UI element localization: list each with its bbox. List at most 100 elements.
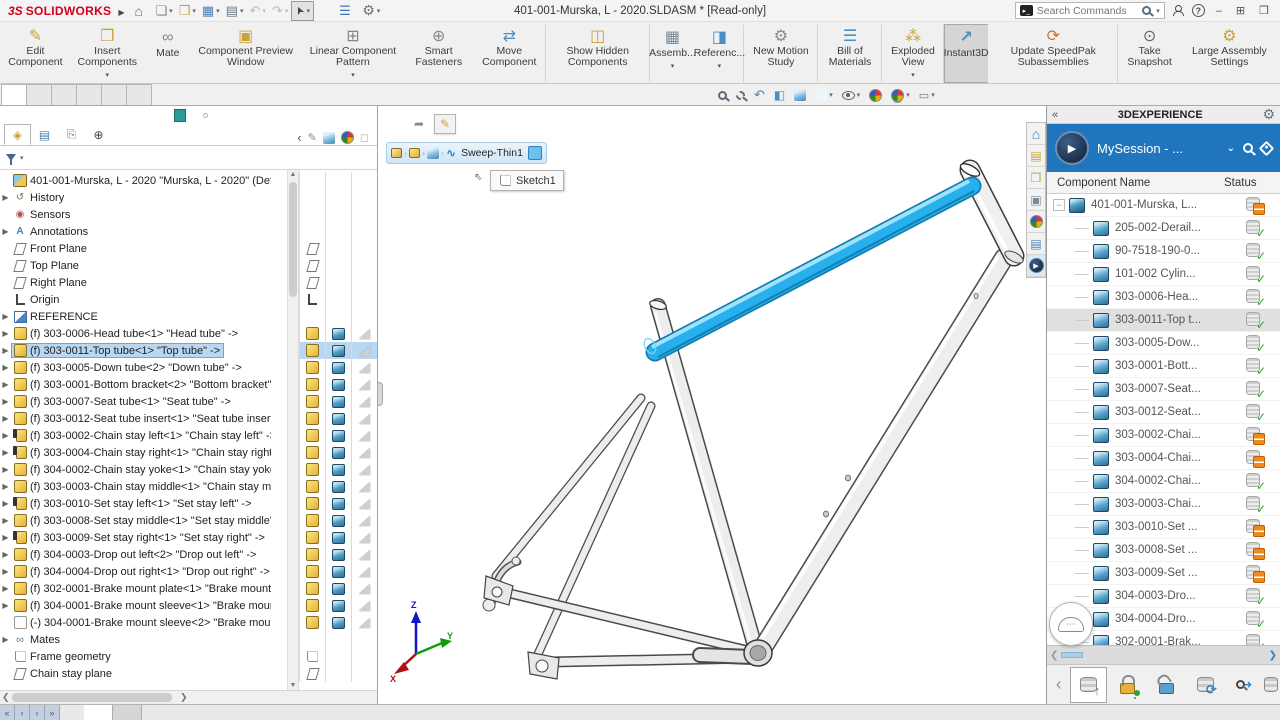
search-commands-input[interactable] <box>1037 5 1138 17</box>
component-row[interactable]: − 205-002-Derail... <box>1047 217 1280 240</box>
component-row[interactable]: − 303-0011-Top t... <box>1047 309 1280 332</box>
tree-filter-field[interactable]: ▾ <box>0 146 377 170</box>
apply-scene-icon[interactable]: ▾ <box>891 89 910 102</box>
save-to-platform-button[interactable]: ↑ <box>1070 667 1107 703</box>
tag-icon[interactable] <box>1259 140 1275 156</box>
menubar-button[interactable]: ▾ <box>291 1 314 21</box>
view-settings-icon[interactable]: ▭▾ <box>919 89 935 102</box>
display-style-icon[interactable]: ▾ <box>815 89 833 101</box>
component-row[interactable]: − 303-0008-Set ... <box>1047 539 1280 562</box>
column-status[interactable]: Status <box>1224 177 1280 189</box>
ribbon-button[interactable]: Assemb... ▾ <box>650 24 695 83</box>
bottom-tab[interactable] <box>84 705 113 720</box>
windows-button[interactable]: ❐ <box>1256 4 1272 17</box>
lock-with-key-button[interactable] <box>1109 667 1146 703</box>
collapse-pane-icon[interactable] <box>297 130 301 145</box>
component-row[interactable]: − 303-0003-Chai... <box>1047 493 1280 516</box>
hide-show-items-icon[interactable]: ▾ <box>842 91 861 100</box>
panel-splitter-handle[interactable] <box>378 382 383 406</box>
session-chevron-icon[interactable]: ⌄ <box>1227 143 1235 154</box>
explore-search-button[interactable]: ➜ <box>1226 667 1263 703</box>
panel-settings-icon[interactable] <box>1262 106 1275 123</box>
component-row[interactable]: − 303-0005-Dow... <box>1047 332 1280 355</box>
expand-arrow-icon[interactable]: ▶ <box>0 635 11 644</box>
edit-appearance-icon[interactable] <box>869 89 882 102</box>
expand-arrow-icon[interactable]: ▶ <box>0 346 11 355</box>
top-tube-highlighted[interactable] <box>642 181 974 357</box>
tree-item[interactable]: ▶ 401-001-Murska, L - 2020 "Murska, L - … <box>0 172 377 189</box>
tree-item[interactable]: ▶ (f) 303-0003-Chain stay middle<1> "Cha… <box>0 478 377 495</box>
tree-item[interactable]: ▶ Frame geometry <box>0 648 377 665</box>
design-library-icon[interactable] <box>1027 145 1045 167</box>
expand-arrow-icon[interactable]: ▶ <box>0 567 11 576</box>
tree-item[interactable]: ▶ (f) 303-0008-Set stay middle<1> "Set s… <box>0 512 377 529</box>
tree-item[interactable]: ▶ REFERENCE <box>0 308 377 325</box>
database-refresh-button[interactable]: ⟳ <box>1187 667 1224 703</box>
component-row[interactable]: − 303-0009-Set ... <box>1047 562 1280 585</box>
3dexperience-logo-icon[interactable]: ▶ <box>1055 131 1089 165</box>
command-tab[interactable] <box>126 84 152 105</box>
tree-horizontal-scrollbar[interactable]: ❮❯ <box>0 690 377 704</box>
component-row[interactable]: − 401-001-Murska, L... <box>1047 194 1280 217</box>
edit-feature-icon[interactable]: ✎ <box>434 114 456 134</box>
expand-arrow-icon[interactable]: ▶ <box>0 363 11 372</box>
tree-item[interactable]: ▶ (f) 303-0002-Chain stay left<1> "Chain… <box>0 427 377 444</box>
ribbon-button[interactable]: Insert Components ▾ <box>69 24 146 83</box>
assembly-crumb-icon[interactable] <box>391 148 402 158</box>
ribbon-button[interactable]: Mate ▾ <box>146 24 190 83</box>
feature-crumb-label[interactable]: Sweep-Thin1 <box>458 147 526 159</box>
sweep-feature-icon[interactable]: ∿ <box>446 146 456 160</box>
previous-view-icon[interactable]: ↶ <box>754 87 765 103</box>
tree-item[interactable]: ▶ (f) 304-0004-Drop out right<1> "Drop o… <box>0 563 377 580</box>
tree-item[interactable]: ▶ (f) 304-0002-Chain stay yoke<1> "Chain… <box>0 461 377 478</box>
ribbon-button[interactable]: Smart Fasteners ▾ <box>404 24 473 83</box>
menu-expand-arrow[interactable]: ▶ <box>118 8 124 17</box>
menubar-button[interactable]: ▾ <box>176 1 199 21</box>
expand-arrow-icon[interactable]: ▶ <box>0 312 11 321</box>
expand-arrow-icon[interactable]: ▶ <box>0 448 11 457</box>
component-row[interactable]: − 303-0002-Chai... <box>1047 424 1280 447</box>
ribbon-button[interactable]: Edit Component ▾ <box>2 24 69 83</box>
partial-toolbar-button[interactable] <box>1264 667 1278 703</box>
component-row[interactable]: − 304-0002-Chai... <box>1047 470 1280 493</box>
component-row[interactable]: − 303-0006-Hea... <box>1047 286 1280 309</box>
tree-item[interactable]: ▶ Front Plane <box>0 240 377 257</box>
menubar-button[interactable]: ▾ <box>223 1 247 21</box>
manager-tab[interactable] <box>58 124 85 145</box>
display-pane-cube-icon[interactable] <box>323 132 335 144</box>
section-view-icon[interactable]: ◧ <box>774 88 785 102</box>
assistant-avatar[interactable]: ⋯ <box>1049 602 1093 646</box>
menubar-button[interactable]: ▾ <box>359 1 383 21</box>
command-tab[interactable] <box>26 84 52 105</box>
collapse-expander-icon[interactable]: − <box>1053 199 1065 211</box>
ribbon-button[interactable]: Take Snapshot ▾ <box>1118 24 1180 83</box>
view-palette-icon[interactable] <box>1027 189 1045 211</box>
tree-item[interactable]: ▶ (f) 303-0012-Seat tube insert<1> "Seat… <box>0 410 377 427</box>
menubar-button[interactable]: ▾ <box>153 1 176 21</box>
tree-item[interactable]: ▶ (f) 304-0003-Drop out left<2> "Drop ou… <box>0 546 377 563</box>
component-row[interactable]: − 303-0010-Set ... <box>1047 516 1280 539</box>
component-row[interactable]: − 303-0001-Bott... <box>1047 355 1280 378</box>
ribbon-button[interactable]: New Motion Study ▾ <box>744 24 818 83</box>
unlock-button[interactable] <box>1148 667 1185 703</box>
tree-item[interactable]: ▶ History <box>0 189 377 206</box>
command-tab[interactable] <box>101 84 127 105</box>
component-row[interactable]: − 303-0004-Chai... <box>1047 447 1280 470</box>
manager-tab[interactable] <box>4 124 31 145</box>
expand-arrow-icon[interactable]: ▶ <box>0 431 11 440</box>
restore-button[interactable]: ⊞ <box>1233 4 1248 17</box>
ribbon-button[interactable]: Component Preview Window ▾ <box>190 24 302 83</box>
panel-collapse-dot[interactable] <box>203 113 208 118</box>
appearance-ball-icon[interactable] <box>341 131 354 144</box>
menubar-button[interactable]: ▾ <box>199 1 223 21</box>
panel-search-icon[interactable] <box>1243 143 1253 153</box>
footer-tab[interactable] <box>1061 652 1083 658</box>
tree-item[interactable]: ▶ Origin <box>0 291 377 308</box>
ribbon-button[interactable]: Large Assembly Settings ▾ <box>1181 24 1278 83</box>
filter-dropdown-icon[interactable]: ▾ <box>20 154 24 162</box>
component-row[interactable]: − 101-002 Cylin... <box>1047 263 1280 286</box>
tree-item[interactable]: ▶ (f) 304-0001-Brake mount sleeve<1> "Br… <box>0 597 377 614</box>
3dexperience-tab-icon[interactable]: ▶ <box>1027 255 1045 277</box>
expand-arrow-icon[interactable]: ▶ <box>0 516 11 525</box>
body-crumb-icon[interactable] <box>427 147 439 159</box>
